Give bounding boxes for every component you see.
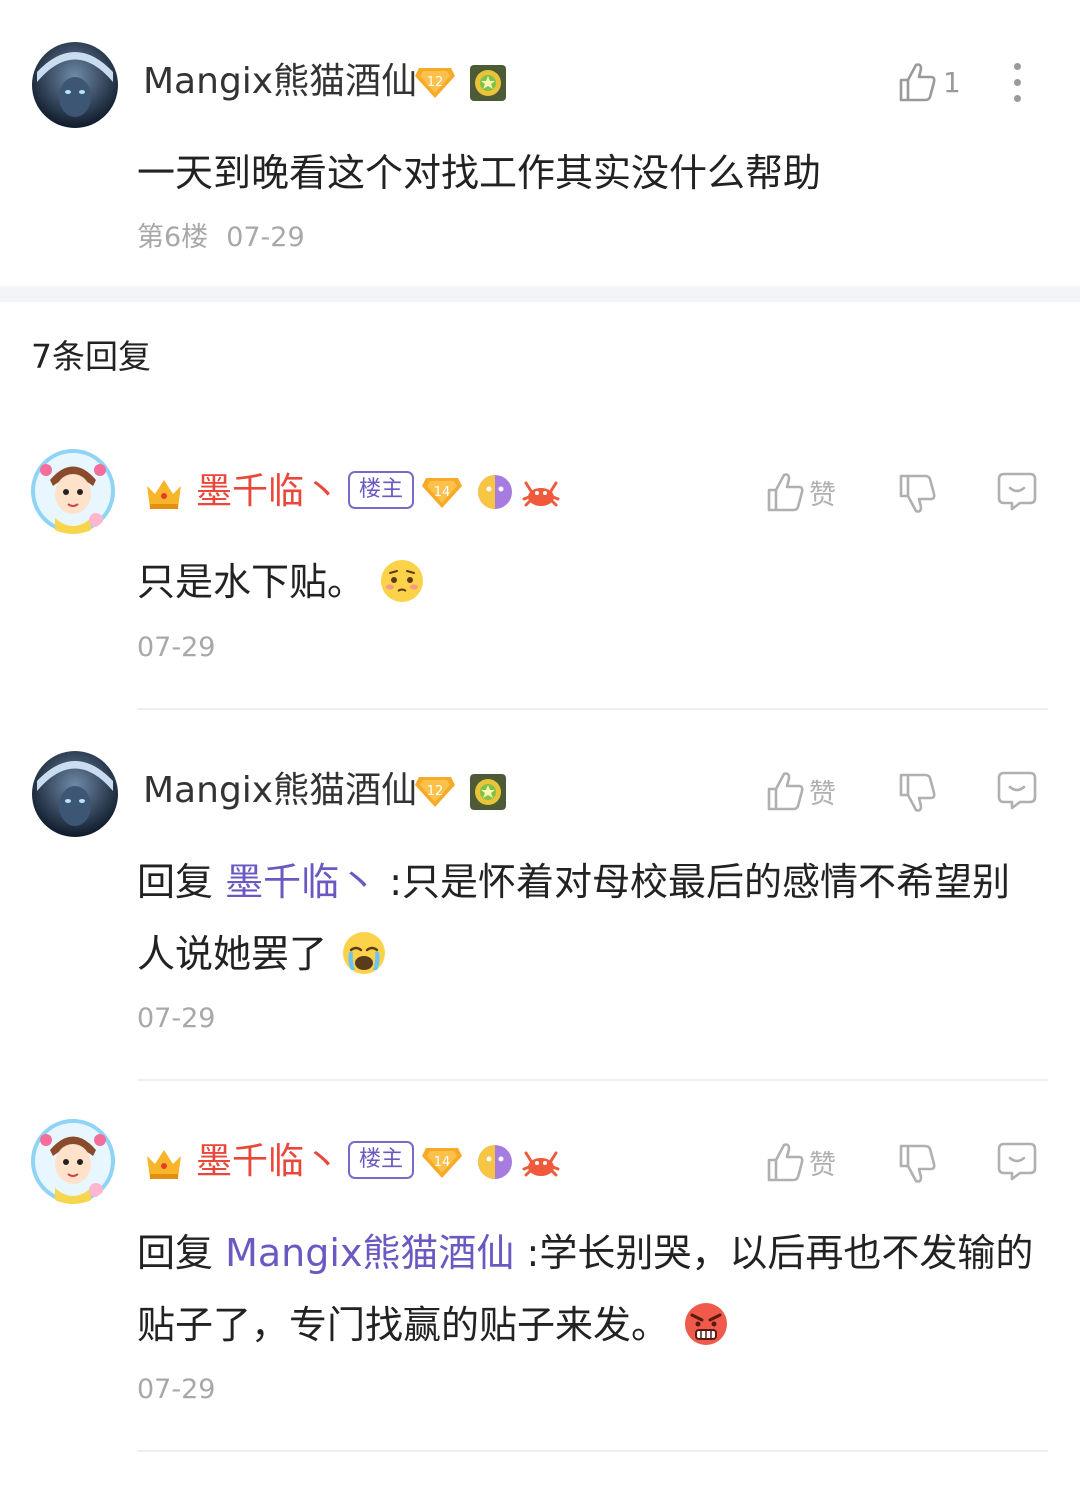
user-avatar[interactable] <box>32 42 118 128</box>
dislike-button[interactable] <box>897 472 937 516</box>
level-badge-icon: 14 <box>422 474 462 510</box>
shy-emoji-icon <box>379 558 425 604</box>
crown-icon <box>145 476 183 512</box>
op-tag: 楼主 <box>348 471 415 509</box>
crab-badge-icon <box>522 1143 560 1181</box>
reply-content: 只是水下贴。 <box>137 546 1037 618</box>
thumbs-up-icon <box>767 473 804 512</box>
author-name[interactable]: Mangix熊猫酒仙 <box>143 769 417 813</box>
post-date: 07-29 <box>226 222 305 253</box>
honor-medal-icon <box>469 64 507 102</box>
like-label: 赞 <box>809 1149 836 1181</box>
level-badge-icon: 12 <box>415 64 455 100</box>
user-avatar[interactable] <box>30 448 116 534</box>
comment-icon <box>997 472 1037 511</box>
post-meta: 第6楼 07-29 <box>137 220 305 256</box>
author-name[interactable]: Mangix熊猫酒仙 <box>143 60 417 104</box>
replies-count: 7条回复 <box>31 337 151 376</box>
reply-prefix: 回复 <box>137 1231 214 1275</box>
main-post: Mangix熊猫酒仙 12 1 一天到晚看这个对找工作其实没什么帮助 第6楼 0… <box>0 0 1080 286</box>
like-count: 1 <box>943 65 961 99</box>
mention-link[interactable]: 墨千临丶 <box>225 860 377 904</box>
level-number: 12 <box>427 75 444 90</box>
reply-item: 墨千临丶 楼主 14 <box>0 1081 1080 1453</box>
comment-thread-page: Mangix熊猫酒仙 12 1 一天到晚看这个对找工作其实没什么帮助 第6楼 0… <box>0 0 1080 1493</box>
floor-number: 第6楼 <box>137 222 209 253</box>
author-name[interactable]: 墨千临丶 <box>196 470 340 514</box>
thumbs-down-icon <box>899 474 936 513</box>
level-badge-icon: 14 <box>422 1144 462 1180</box>
honor-medal-icon <box>469 773 507 811</box>
like-button[interactable]: 1 <box>897 60 961 104</box>
post-content: 一天到晚看这个对找工作其实没什么帮助 <box>137 151 822 195</box>
section-divider <box>0 286 1080 302</box>
thumbs-up-icon <box>767 1143 804 1182</box>
level-number: 14 <box>434 1155 451 1170</box>
dislike-button[interactable] <box>897 1142 937 1186</box>
comment-icon <box>997 771 1037 810</box>
level-badge-icon: 12 <box>415 773 455 809</box>
like-button[interactable]: 赞 <box>765 1140 836 1184</box>
reply-content: 回复 墨千临丶 :只是怀着对母校最后的感情不希望别人说她罢了 <box>137 846 1037 990</box>
mention-link[interactable]: Mangix熊猫酒仙 <box>225 1231 514 1275</box>
moon-badge-icon <box>476 473 514 511</box>
like-button[interactable]: 赞 <box>765 769 836 813</box>
dislike-button[interactable] <box>897 771 937 815</box>
reply-item: 墨千临丶 楼主 14 <box>0 440 1080 710</box>
reply-content: 回复 Mangix熊猫酒仙 :学长别哭，以后再也不发输的贴子了，专门找赢的贴子来… <box>137 1217 1037 1361</box>
author-name[interactable]: 墨千临丶 <box>196 1140 340 1184</box>
moon-badge-icon <box>476 1143 514 1181</box>
op-tag: 楼主 <box>348 1141 415 1179</box>
comment-button[interactable] <box>996 769 1038 811</box>
comment-button[interactable] <box>996 470 1038 512</box>
level-number: 14 <box>434 485 451 500</box>
more-icon[interactable] <box>1011 63 1023 105</box>
thumbs-up-icon <box>899 63 936 102</box>
comment-button[interactable] <box>996 1140 1038 1182</box>
like-label: 赞 <box>809 778 836 810</box>
user-avatar[interactable] <box>30 1118 116 1204</box>
like-label: 赞 <box>809 479 836 511</box>
user-avatar[interactable] <box>32 751 118 837</box>
thumbs-down-icon <box>899 773 936 812</box>
reply-date: 07-29 <box>137 1003 216 1034</box>
crying-emoji-icon <box>341 930 387 976</box>
thumbs-down-icon <box>899 1144 936 1183</box>
reply-item: Mangix熊猫酒仙 12 赞 回复 墨千临丶:只是怀着对母校最后的感情不希望… <box>0 710 1080 1081</box>
reply-text: 只是水下贴。 <box>137 560 366 604</box>
reply-divider <box>137 1450 1048 1452</box>
level-number: 12 <box>427 784 444 799</box>
angry-emoji-icon <box>683 1301 729 1347</box>
crab-badge-icon <box>522 473 560 511</box>
crown-icon <box>145 1146 183 1182</box>
reply-date: 07-29 <box>137 632 216 663</box>
thumbs-up-icon <box>767 772 804 811</box>
reply-date: 07-29 <box>137 1374 216 1405</box>
comment-icon <box>997 1142 1037 1181</box>
like-button[interactable]: 赞 <box>765 470 836 514</box>
reply-prefix: 回复 <box>137 860 214 904</box>
